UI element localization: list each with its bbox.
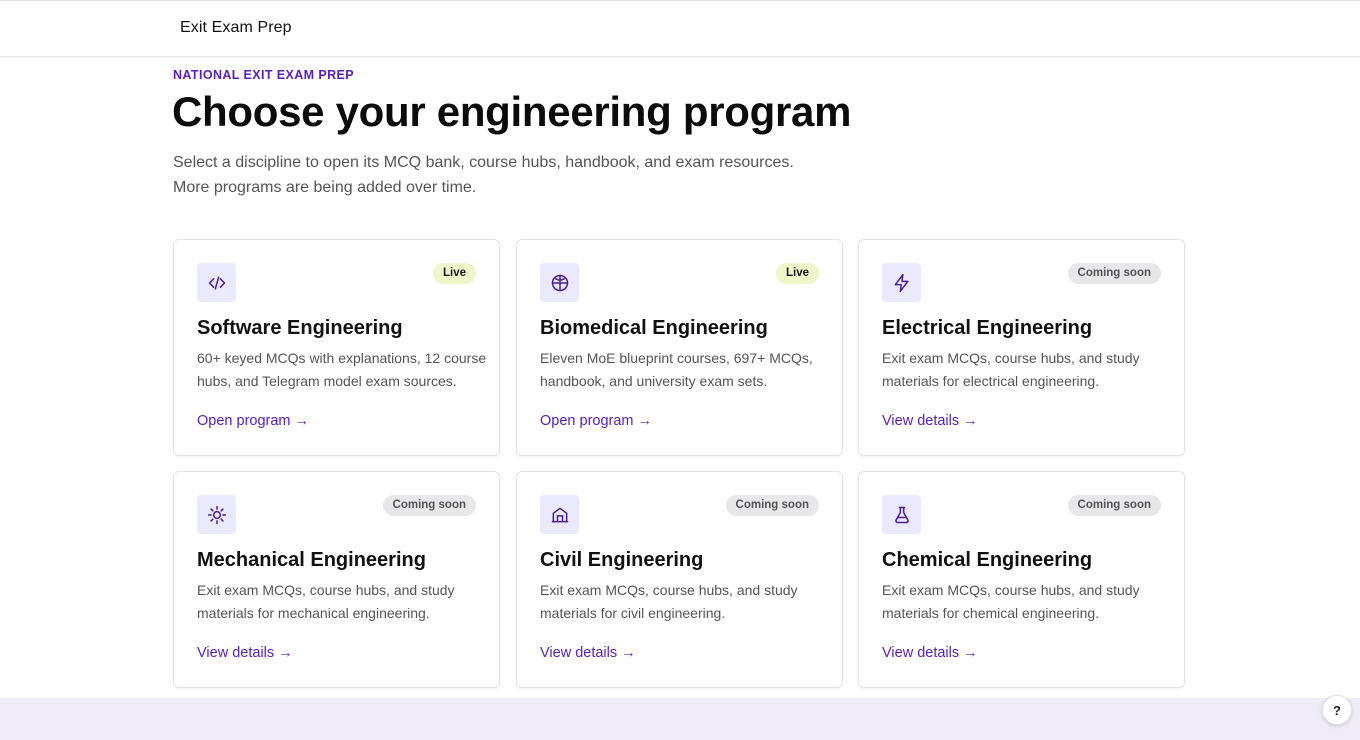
program-card-civil[interactable]: Coming soon Civil Engineering Exit exam … (516, 471, 843, 688)
program-card-mechanical[interactable]: Coming soon Mechanical Engineering Exit … (173, 471, 500, 688)
program-card-biomedical[interactable]: Live Biomedical Engineering Eleven MoE b… (516, 239, 843, 456)
code-icon (197, 263, 236, 302)
footer-band (0, 698, 1360, 740)
help-button[interactable]: ? (1322, 695, 1352, 725)
view-details-link[interactable]: View details → (882, 413, 978, 429)
view-details-link[interactable]: View details → (197, 645, 293, 661)
program-title: Software Engineering (197, 317, 403, 339)
program-card-chemical[interactable]: Coming soon Chemical Engineering Exit ex… (858, 471, 1185, 688)
gear-icon (197, 495, 236, 534)
program-card-software[interactable]: Live Software Engineering 60+ keyed MCQs… (173, 239, 500, 456)
lightning-icon (882, 263, 921, 302)
status-badge: Coming soon (382, 495, 476, 516)
program-title: Biomedical Engineering (540, 317, 768, 339)
status-badge: Coming soon (725, 495, 819, 516)
program-title: Chemical Engineering (882, 549, 1093, 571)
page-title: Choose your engineering program (172, 88, 852, 135)
program-description: Exit exam MCQs, course hubs, and study m… (882, 350, 1140, 389)
open-program-link[interactable]: Open program → (197, 413, 309, 429)
status-badge: Coming soon (1067, 495, 1161, 516)
flask-icon (882, 495, 921, 534)
program-description: Eleven MoE blueprint courses, 697+ MCQs,… (540, 350, 813, 389)
globe-icon (540, 263, 579, 302)
program-card-electrical[interactable]: Coming soon Electrical Engineering Exit … (858, 239, 1185, 456)
program-title: Electrical Engineering (882, 317, 1093, 339)
view-details-link[interactable]: View details → (540, 645, 636, 661)
program-title: Civil Engineering (540, 549, 704, 571)
program-title: Mechanical Engineering (197, 549, 426, 571)
program-description: Exit exam MCQs, course hubs, and study m… (197, 582, 455, 621)
hero-intro: Select a discipline to open its MCQ bank… (173, 154, 794, 196)
building-icon (540, 495, 579, 534)
program-description: Exit exam MCQs, course hubs, and study m… (882, 582, 1140, 621)
program-description: 60+ keyed MCQs with explanations, 12 cou… (197, 350, 487, 389)
status-badge: Coming soon (1067, 263, 1161, 284)
hero-eyebrow: NATIONAL EXIT EXAM PREP (173, 68, 354, 82)
status-badge: Live (432, 263, 476, 284)
program-description: Exit exam MCQs, course hubs, and study m… (540, 582, 798, 621)
view-details-link[interactable]: View details → (882, 645, 978, 661)
open-program-link[interactable]: Open program → (540, 413, 652, 429)
top-nav-bar: Exit Exam Prep (0, 0, 1360, 57)
brand-link[interactable]: Exit Exam Prep (180, 19, 292, 37)
status-badge: Live (775, 263, 819, 284)
